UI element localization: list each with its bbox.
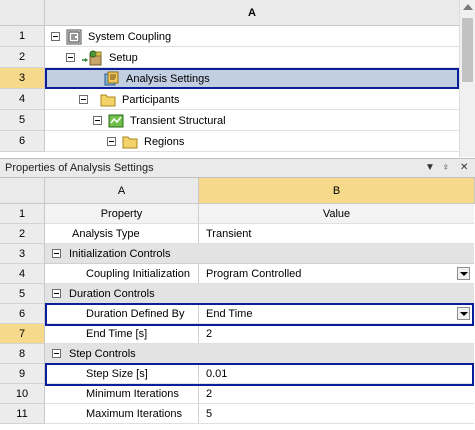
properties-row-number[interactable]: 10: [0, 384, 45, 404]
analysis-settings-icon: [104, 71, 119, 85]
scroll-thumb[interactable]: [462, 18, 473, 82]
folder-icon: [122, 136, 138, 148]
group-label: Step Controls: [69, 347, 136, 360]
collapse-toggle-icon[interactable]: [93, 116, 102, 125]
property-row-analysis-type[interactable]: 2 Analysis Type Transient: [0, 224, 475, 244]
minimum-iterations-field[interactable]: 2: [199, 384, 474, 404]
property-row-end-time[interactable]: 7 End Time [s] 2: [0, 324, 475, 344]
group-row-step-controls[interactable]: 8 Step Controls: [0, 344, 475, 364]
properties-row-number[interactable]: 11: [0, 404, 45, 424]
properties-row-number[interactable]: 7: [0, 324, 45, 344]
value-column-label: Value: [199, 204, 474, 224]
scroll-up-arrow-icon[interactable]: [463, 4, 473, 10]
outline-row-number[interactable]: 6: [0, 131, 45, 152]
transient-structural-icon: [108, 114, 124, 127]
collapse-toggle-icon[interactable]: [51, 32, 60, 41]
properties-row-number[interactable]: 4: [0, 264, 45, 284]
outline-row-setup[interactable]: Setup: [45, 47, 459, 68]
property-column-label: Property: [45, 204, 199, 224]
collapse-toggle-icon[interactable]: [52, 349, 61, 358]
maximum-iterations-field[interactable]: 5: [199, 404, 474, 424]
outline-row-number[interactable]: 1: [0, 26, 45, 47]
panel-menu-dropdown-icon[interactable]: ▼: [425, 159, 435, 177]
properties-column-header-a[interactable]: A: [45, 178, 199, 204]
properties-title: Properties of Analysis Settings: [5, 162, 154, 174]
dropdown-arrow-icon[interactable]: [457, 267, 470, 280]
collapse-toggle-icon[interactable]: [52, 289, 61, 298]
property-row-step-size[interactable]: 9 Step Size [s] 0.01: [0, 364, 475, 384]
outline-row-system-coupling[interactable]: System Coupling: [45, 26, 459, 47]
outline-node-label: Analysis Settings: [126, 72, 210, 85]
property-row-minimum-iterations[interactable]: 10 Minimum Iterations 2: [0, 384, 475, 404]
properties-grid: A B 1 Property Value 2 Analysis Type Tra…: [0, 178, 475, 430]
property-row-maximum-iterations[interactable]: 11 Maximum Iterations 5: [0, 404, 475, 424]
properties-row-number[interactable]: 2: [0, 224, 45, 244]
outline-panel: A 1 System Coupling 2 Setup 3 Analysis S…: [0, 0, 475, 157]
properties-title-bar: Properties of Analysis Settings ▼ ♀ ✕: [0, 158, 475, 178]
properties-header-row: 1 Property Value: [0, 204, 475, 224]
property-value: Program Controlled: [206, 268, 302, 280]
step-size-field[interactable]: 0.01: [199, 364, 474, 384]
property-label: End Time [s]: [45, 324, 199, 344]
outline-row-number[interactable]: 5: [0, 110, 45, 131]
outline-row-number[interactable]: 4: [0, 89, 45, 110]
collapse-toggle-icon[interactable]: [66, 53, 75, 62]
outline-row-participants[interactable]: Participants: [45, 89, 459, 110]
properties-row-number[interactable]: 8: [0, 344, 45, 364]
outline-node-label: Regions: [144, 135, 185, 148]
outline-row-regions[interactable]: Regions: [45, 131, 459, 152]
outline-vertical-scrollbar[interactable]: [459, 0, 475, 157]
property-row-coupling-initialization[interactable]: 4 Coupling Initialization Program Contro…: [0, 264, 475, 284]
setup-icon: [82, 50, 102, 65]
dropdown-arrow-icon[interactable]: [457, 307, 470, 320]
collapse-toggle-icon[interactable]: [79, 95, 88, 104]
collapse-toggle-icon[interactable]: [52, 249, 61, 258]
outline-row-number[interactable]: 2: [0, 47, 45, 68]
outline-row-analysis-settings[interactable]: Analysis Settings: [45, 68, 459, 89]
close-icon[interactable]: ✕: [460, 159, 468, 177]
property-label: Analysis Type: [45, 224, 199, 244]
coupling-initialization-select[interactable]: Program Controlled: [199, 264, 474, 284]
property-value: End Time: [206, 308, 253, 320]
property-label: Minimum Iterations: [45, 384, 199, 404]
group-row-initialization-controls[interactable]: 3 Initialization Controls: [0, 244, 475, 264]
properties-row-number[interactable]: 5: [0, 284, 45, 304]
properties-row-number[interactable]: 9: [0, 364, 45, 384]
duration-defined-by-select[interactable]: End Time: [199, 304, 474, 324]
pin-icon[interactable]: ♀: [442, 159, 450, 177]
property-label: Coupling Initialization: [45, 264, 199, 284]
properties-row-number[interactable]: 1: [0, 204, 45, 224]
outline-row-transient-structural[interactable]: Transient Structural: [45, 110, 459, 131]
group-label: Duration Controls: [69, 287, 155, 300]
system-coupling-icon: [66, 29, 82, 44]
property-label: Step Size [s]: [45, 364, 199, 384]
group-row-duration-controls[interactable]: 5 Duration Controls: [0, 284, 475, 304]
property-row-duration-defined-by[interactable]: 6 Duration Defined By End Time: [0, 304, 475, 324]
outline-node-label: Participants: [122, 93, 180, 106]
property-value: Transient: [199, 224, 474, 244]
folder-icon: [100, 94, 116, 106]
outline-corner-header[interactable]: [0, 0, 45, 26]
outline-row-number[interactable]: 3: [0, 68, 45, 89]
properties-corner-header[interactable]: [0, 178, 45, 204]
outline-column-header-a[interactable]: A: [45, 0, 459, 26]
outline-node-label: Transient Structural: [130, 114, 226, 127]
properties-column-header-b[interactable]: B: [199, 178, 475, 204]
end-time-field[interactable]: 2: [199, 324, 474, 344]
outline-node-label: System Coupling: [88, 30, 172, 43]
property-label: Maximum Iterations: [45, 404, 199, 424]
collapse-toggle-icon[interactable]: [107, 137, 116, 146]
property-label: Duration Defined By: [45, 304, 199, 324]
properties-row-number[interactable]: 6: [0, 304, 45, 324]
properties-row-number[interactable]: 3: [0, 244, 45, 264]
group-label: Initialization Controls: [69, 247, 171, 260]
outline-node-label: Setup: [109, 51, 138, 64]
